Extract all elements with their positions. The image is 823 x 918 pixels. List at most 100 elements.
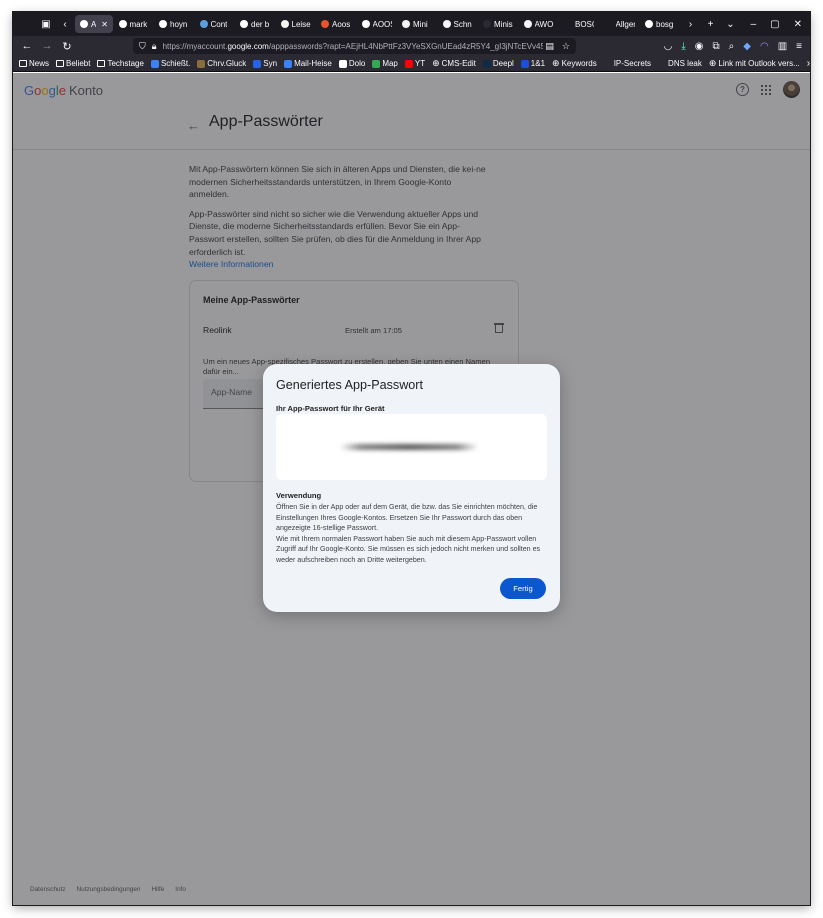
extension-icon-4[interactable]: ▥ bbox=[778, 41, 787, 52]
tab-scroll-left-icon[interactable]: ‹ bbox=[55, 19, 75, 30]
menu-icon[interactable]: ≡ bbox=[796, 41, 802, 52]
reload-icon[interactable]: ↻ bbox=[57, 40, 77, 53]
tab-7[interactable]: AOOS bbox=[357, 15, 397, 33]
url-bar[interactable]: ⛉ 🔒︎ https://myaccount.google.com/apppas… bbox=[133, 38, 576, 54]
tab-favicon-icon bbox=[280, 20, 289, 28]
tab-label: BOSGAM bbox=[575, 19, 594, 29]
tab-favicon-icon bbox=[442, 20, 451, 28]
new-tab-icon[interactable]: + bbox=[701, 19, 721, 30]
tab-label: App bbox=[91, 19, 97, 29]
bookmarks-bar: News Beliebt Techstage Schießt. Chrv.Gluck Sy… bbox=[13, 56, 810, 72]
extension-icon-3[interactable]: ◠ bbox=[760, 41, 769, 52]
site-favicon-icon bbox=[338, 59, 347, 68]
tab-label: der b bbox=[251, 19, 270, 29]
tab-8[interactable]: Mini bbox=[397, 15, 437, 33]
close-window-icon[interactable]: ✕ bbox=[794, 19, 802, 30]
bookmark-11[interactable]: Deepl bbox=[482, 59, 514, 68]
site-favicon-icon bbox=[150, 59, 159, 68]
tab-label: Cont bbox=[210, 19, 228, 29]
bookmark-star-icon[interactable]: ☆ bbox=[562, 41, 570, 52]
tab-11[interactable]: AWO bbox=[519, 15, 559, 33]
tab-bar: ▣ ‹ App ✕ mark hoyn Cont der b Leise Aoos AOOS Mi… bbox=[13, 12, 810, 36]
bookmarks-overflow-icon[interactable]: » bbox=[807, 58, 810, 69]
tab-0[interactable]: App ✕ bbox=[75, 15, 113, 33]
close-tab-icon[interactable]: ✕ bbox=[101, 20, 108, 29]
shield-icon[interactable]: ⛉ bbox=[139, 41, 146, 52]
bookmark-15[interactable]: DNS leak bbox=[658, 59, 702, 68]
bookmark-0[interactable]: News bbox=[19, 59, 49, 68]
site-favicon-icon bbox=[482, 59, 491, 68]
bookmark-14[interactable]: IP-Secrets bbox=[603, 59, 651, 68]
tab-6[interactable]: Aoos bbox=[316, 15, 356, 33]
dialog-subtitle: Ihr App-Passwort für Ihr Gerät bbox=[276, 404, 385, 413]
tab-9[interactable]: Schn bbox=[438, 15, 478, 33]
tab-14[interactable]: bosg bbox=[640, 15, 680, 33]
bookmark-5[interactable]: Syn bbox=[253, 59, 277, 68]
generated-password-box bbox=[276, 414, 547, 480]
tab-favicon-icon bbox=[321, 20, 329, 28]
bookmark-label: News bbox=[29, 59, 50, 68]
url-text: https://myaccount.google.com/apppassword… bbox=[162, 41, 543, 51]
bookmark-12[interactable]: 1&1 bbox=[520, 59, 545, 68]
usage-heading: Verwendung bbox=[276, 491, 322, 500]
extension-icon-2[interactable]: ◆ bbox=[743, 41, 751, 52]
bookmark-8[interactable]: Map bbox=[372, 59, 398, 68]
folder-icon bbox=[56, 60, 65, 67]
search-icon[interactable]: ⌕ bbox=[729, 41, 735, 52]
tab-strip: App ✕ mark hoyn Cont der b Leise Aoos AOOS Mini Sc… bbox=[75, 12, 681, 36]
bookmark-2[interactable]: Techstage bbox=[97, 59, 144, 68]
bookmark-6[interactable]: Mail-Heise bbox=[284, 59, 332, 68]
extensions-icon[interactable]: ⧉ bbox=[713, 41, 720, 52]
done-button[interactable]: Fertig bbox=[500, 578, 546, 599]
tab-13[interactable]: Allgemei bbox=[600, 15, 640, 33]
blurred-password bbox=[340, 444, 478, 450]
folder-icon bbox=[97, 60, 106, 67]
tab-4[interactable]: der b bbox=[235, 15, 275, 33]
bookmark-label: Beliebt bbox=[66, 59, 91, 68]
bookmark-1[interactable]: Beliebt bbox=[56, 59, 90, 68]
bookmark-label: Deepl bbox=[492, 59, 514, 68]
window-controls: – ▢ ✕ bbox=[751, 19, 810, 30]
back-icon[interactable]: ← bbox=[17, 40, 37, 52]
reader-view-icon[interactable]: ▤ bbox=[545, 41, 554, 52]
toolbar-right: ◡ ⤓ ◉ ⧉ ⌕ ◆ ◠ ▥ ≡ bbox=[664, 36, 802, 56]
tab-10[interactable]: Minis bbox=[478, 15, 518, 33]
bookmark-4[interactable]: Chrv.Gluck bbox=[197, 59, 246, 68]
extension-icon-1[interactable]: ◉ bbox=[695, 41, 704, 52]
usage-text: Öffnen Sie in der App oder auf dem Gerät… bbox=[276, 502, 548, 565]
tab-3[interactable]: Cont bbox=[195, 15, 235, 33]
bookmark-13[interactable]: ⊕ Keywords bbox=[552, 58, 597, 69]
tab-label: Mini bbox=[413, 19, 428, 29]
tab-1[interactable]: mark bbox=[114, 15, 154, 33]
bookmark-10[interactable]: ⊕ CMS-Edit bbox=[432, 58, 476, 69]
bookmark-9[interactable]: YT bbox=[404, 59, 426, 68]
lock-icon[interactable]: 🔒︎ bbox=[152, 41, 157, 52]
bookmark-7[interactable]: Dolo bbox=[338, 59, 365, 68]
bookmark-label: CMS-Edit bbox=[441, 59, 476, 68]
download-icon[interactable]: ⤓ bbox=[681, 41, 685, 52]
tab-label: Schn bbox=[453, 19, 472, 29]
tab-scroll-right-icon[interactable]: › bbox=[681, 19, 701, 30]
bookmark-16[interactable]: ⊕ Link mit Outlook vers... bbox=[709, 58, 800, 69]
generated-password-dialog: Generiertes App-Passwort Ihr App-Passwor… bbox=[263, 364, 560, 612]
tab-list-chevron-icon[interactable]: ⌄ bbox=[721, 19, 741, 30]
tab-label: AOOS bbox=[372, 19, 392, 29]
maximize-icon[interactable]: ▢ bbox=[770, 19, 779, 30]
bookmark-label: Map bbox=[382, 59, 398, 68]
tab-5[interactable]: Leise bbox=[276, 15, 316, 33]
tab-label: Allgemei bbox=[615, 19, 635, 29]
tab-favicon-icon bbox=[199, 20, 208, 28]
tab-2[interactable]: hoyn bbox=[154, 15, 194, 33]
bookmark-3[interactable]: Schießt. bbox=[150, 59, 190, 68]
site-favicon-icon bbox=[372, 59, 381, 68]
pocket-icon[interactable]: ◡ bbox=[664, 41, 673, 52]
tab-favicon-icon bbox=[564, 20, 572, 28]
bookmark-label: YT bbox=[414, 59, 426, 68]
usage-paragraph-1: Öffnen Sie in der App oder auf dem Gerät… bbox=[276, 503, 538, 532]
minimize-icon[interactable]: – bbox=[751, 19, 757, 30]
tab-12[interactable]: BOSGAM bbox=[559, 15, 599, 33]
tab-overview-icon[interactable]: ▣ bbox=[37, 12, 55, 36]
forward-icon[interactable]: → bbox=[37, 40, 57, 52]
site-favicon-icon bbox=[603, 59, 612, 68]
tab-favicon-icon bbox=[645, 20, 653, 28]
